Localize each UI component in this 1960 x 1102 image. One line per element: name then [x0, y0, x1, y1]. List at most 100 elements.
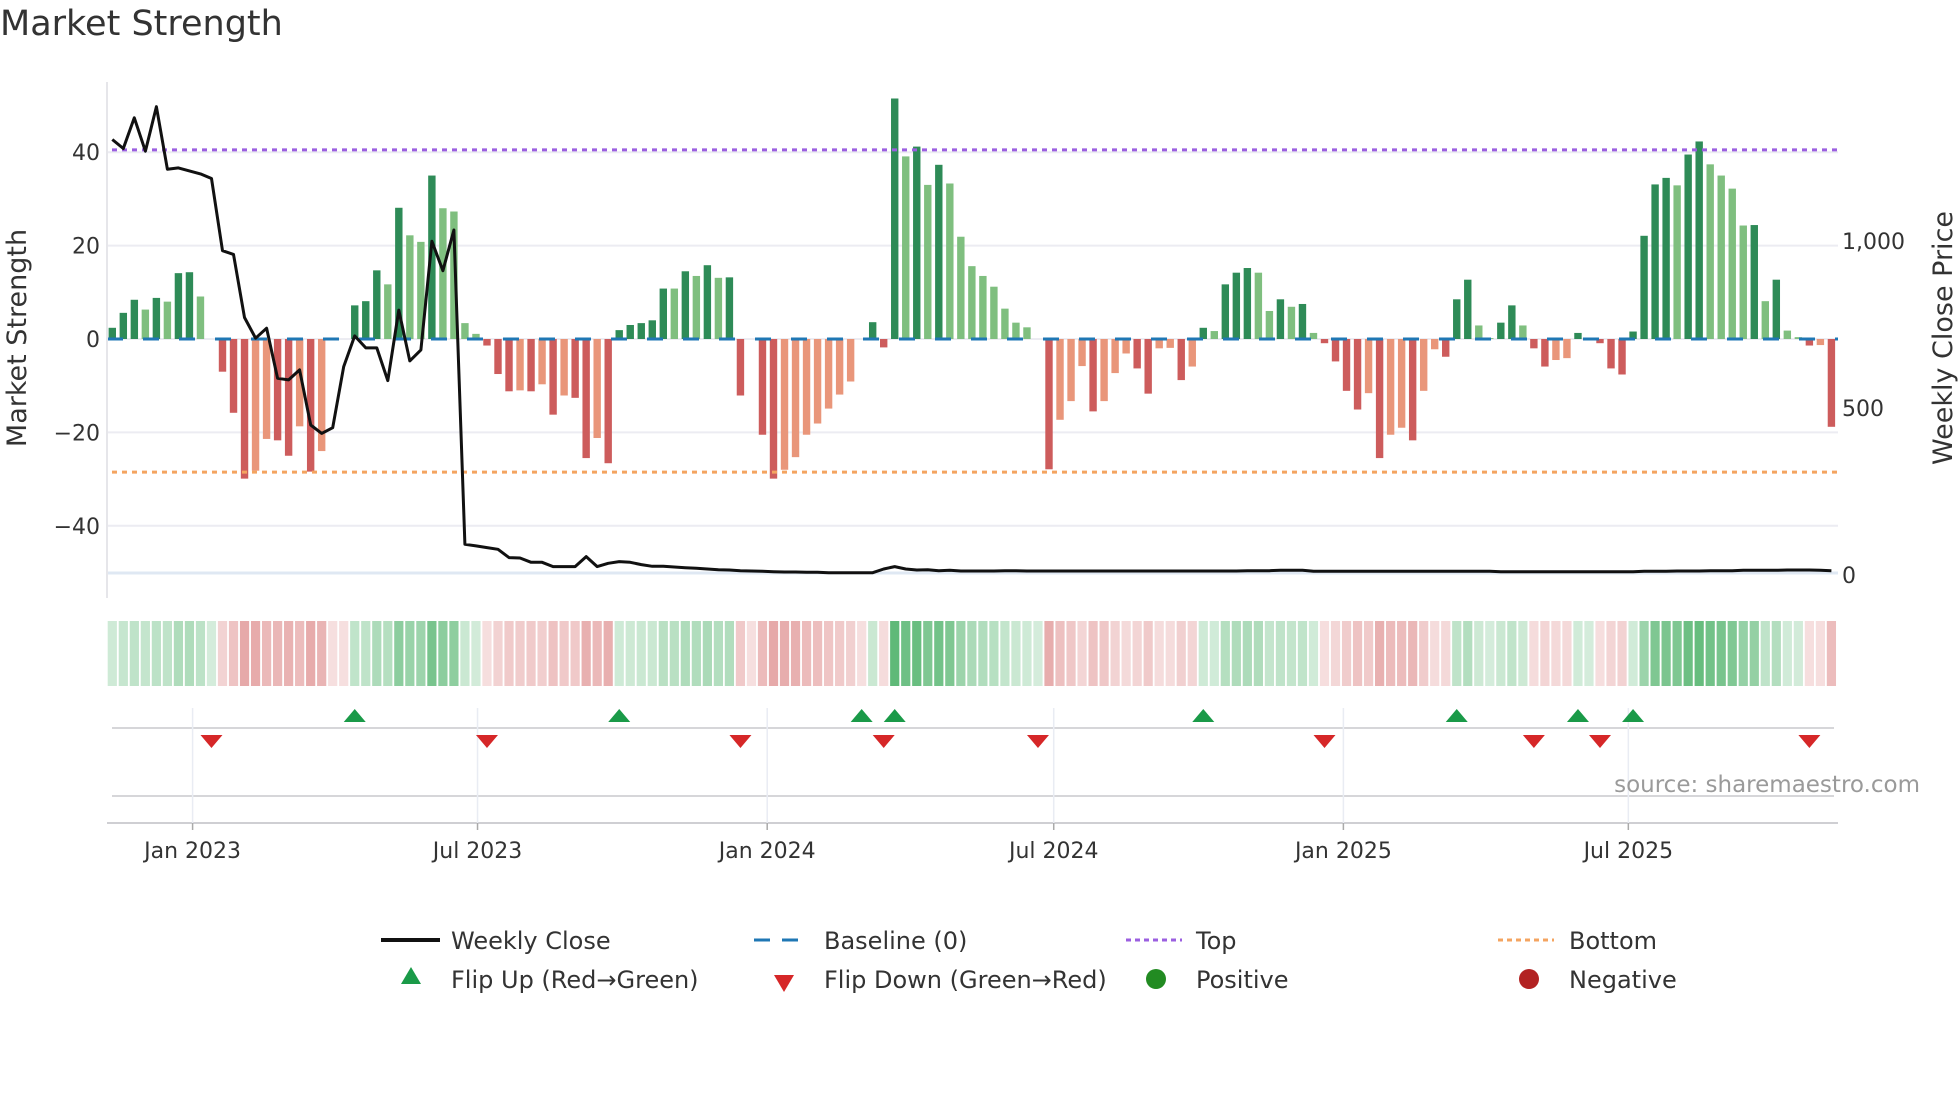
flip-down-marker — [1522, 735, 1545, 748]
heat-cell — [1683, 621, 1693, 686]
heat-cell — [1176, 621, 1186, 686]
heat-cell — [1573, 621, 1583, 686]
heat-cell — [559, 621, 569, 686]
strength-bar — [769, 339, 778, 479]
strength-bar — [1210, 331, 1218, 339]
heat-cell — [812, 621, 823, 686]
heat-cell — [1363, 621, 1374, 686]
strength-bar — [384, 284, 392, 339]
heat-cell — [1782, 621, 1792, 686]
strength-bar — [1816, 339, 1825, 346]
heat-strip — [107, 621, 1837, 686]
strength-bar — [141, 309, 150, 339]
strength-bar — [1045, 339, 1053, 470]
strength-bar — [1331, 339, 1340, 362]
strength-bar — [626, 324, 634, 339]
heat-cell — [1088, 621, 1098, 686]
heat-cell — [1551, 621, 1561, 686]
heat-cell — [239, 621, 250, 686]
strength-bar — [1475, 325, 1483, 339]
flip-down-marker — [1313, 735, 1336, 748]
heat-cell — [1760, 621, 1770, 686]
heat-cell — [1595, 621, 1605, 686]
heat-cell — [1452, 621, 1462, 686]
legend-baseline: Baseline (0) — [824, 927, 967, 955]
heat-cell — [1562, 621, 1572, 686]
y2-tick-label: 500 — [1842, 397, 1884, 422]
y2-tick-label: 1,000 — [1842, 230, 1905, 255]
strength-bar — [802, 339, 811, 435]
heat-cell — [614, 621, 624, 686]
y-axis-label: Market Strength — [2, 229, 33, 447]
strength-bar — [703, 265, 712, 339]
heat-cell — [879, 621, 889, 686]
strength-bar — [1640, 235, 1648, 339]
flip-up-marker — [1445, 709, 1468, 722]
strength-bar — [1772, 279, 1781, 339]
y-tick-label: −40 — [54, 515, 100, 540]
strength-bar — [494, 339, 502, 375]
strength-bar — [174, 273, 183, 339]
heat-cell — [1330, 621, 1341, 686]
strength-bar — [868, 322, 877, 339]
heat-cell — [691, 621, 701, 686]
heat-cell — [1011, 621, 1021, 686]
heat-cell — [1154, 621, 1164, 686]
heat-cell — [1044, 621, 1054, 686]
strength-bar — [1188, 339, 1196, 367]
heat-cell — [1055, 621, 1065, 686]
flip-panel — [107, 708, 1838, 824]
x-tick-label: Jan 2023 — [142, 839, 241, 864]
strength-bar — [527, 339, 535, 392]
strength-bar — [758, 339, 767, 435]
heat-cell — [1430, 621, 1440, 686]
heat-cell — [1022, 621, 1032, 686]
heat-cell — [669, 621, 679, 686]
strength-bar — [1199, 327, 1207, 339]
heat-cell — [923, 621, 933, 686]
strength-bar — [1122, 339, 1130, 354]
strength-bar — [1342, 339, 1351, 391]
strength-bar — [163, 301, 172, 339]
strength-bar — [351, 305, 359, 339]
strength-bar — [1276, 299, 1285, 339]
strength-bar — [373, 270, 381, 339]
strength-bar — [902, 156, 910, 339]
legend-flip-down: Flip Down (Green→Red) — [824, 966, 1107, 994]
heat-cell — [140, 621, 150, 686]
strength-bar — [516, 339, 524, 391]
legend-weekly-close: Weekly Close — [451, 927, 611, 955]
heat-cell — [956, 621, 966, 686]
heat-cell — [1253, 621, 1263, 686]
strength-bar — [483, 339, 491, 346]
legend-flip-up: Flip Up (Red→Green) — [451, 966, 699, 994]
strength-bar — [1618, 339, 1626, 375]
heat-cell — [1375, 621, 1385, 686]
strength-bar — [119, 312, 128, 339]
heat-cell — [1165, 621, 1175, 686]
heat-cell — [1000, 621, 1010, 686]
strength-bar — [659, 288, 667, 339]
strength-bar — [1320, 339, 1329, 344]
legend: Weekly Close Baseline (0) Top Bottom Fli… — [381, 927, 1677, 994]
heat-cell — [1209, 621, 1219, 686]
strength-bar — [1541, 339, 1549, 367]
strength-bar — [240, 339, 249, 479]
heat-cell — [790, 621, 801, 686]
strength-bar — [1508, 305, 1516, 339]
strength-bar — [1607, 339, 1615, 369]
flip-up-marker — [850, 709, 873, 722]
heat-cell — [1628, 621, 1638, 686]
heat-cell — [493, 621, 503, 686]
heat-cell — [1286, 621, 1297, 686]
strength-bar — [1254, 272, 1263, 339]
x-tick-label: Jul 2024 — [1007, 839, 1099, 864]
legend-flip-down-icon — [774, 975, 794, 992]
heat-cell — [592, 621, 602, 686]
legend-top: Top — [1195, 927, 1237, 955]
heat-cell — [129, 621, 139, 686]
strength-bar — [935, 164, 943, 339]
heat-cell — [1077, 621, 1087, 686]
flip-up-marker — [343, 709, 366, 722]
heat-cell — [702, 621, 712, 686]
